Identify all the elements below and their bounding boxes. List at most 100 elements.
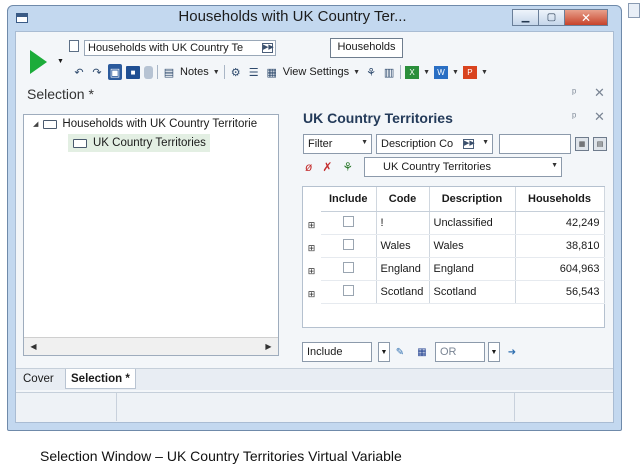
table-row[interactable]: Wales Wales 38,810 [321, 234, 605, 258]
toolbar-separator [157, 65, 158, 79]
view-icon[interactable]: ▦ [265, 64, 279, 80]
expand-row-icon[interactable]: ⊞ [307, 221, 316, 230]
selection-name-field[interactable]: Households with UK Country Te [84, 40, 276, 56]
include-checkbox[interactable] [342, 284, 354, 296]
apply-icon[interactable]: ✎ [393, 345, 407, 359]
include-checkbox[interactable] [342, 261, 354, 273]
status-divider [116, 393, 117, 421]
include-checkbox[interactable] [342, 215, 354, 227]
node-icon [73, 138, 87, 148]
variable-dropdown[interactable]: UK Country Territories ▼ [364, 157, 562, 177]
include-checkbox[interactable] [342, 238, 354, 250]
tree-child-node[interactable]: UK Country Territories [68, 134, 210, 152]
scroll-left-icon[interactable]: ◀ [25, 339, 42, 354]
chevron-down-icon[interactable]: ▼ [378, 342, 390, 362]
include-dropdown[interactable]: Include [302, 342, 372, 362]
column-header[interactable]: Include [321, 187, 377, 212]
code-cell: ! [376, 211, 430, 235]
word-dropdown-icon[interactable]: ▼ [452, 69, 459, 76]
tab-cover[interactable]: Cover [18, 369, 59, 389]
minimize-button[interactable]: ▁ [512, 9, 539, 26]
filter-label: Filter [308, 138, 333, 150]
table-row[interactable]: England England 604,963 [321, 257, 605, 281]
chevron-down-icon: ▼ [361, 139, 368, 146]
field-dropdown[interactable]: Description Co ▶▶ ▼ [376, 134, 493, 154]
database-icon[interactable] [144, 65, 153, 79]
close-button[interactable]: ✕ [564, 9, 608, 26]
operator-dropdown[interactable]: OR [435, 342, 485, 362]
expand-name-icon[interactable]: ▶▶ [262, 43, 274, 53]
expand-field-icon[interactable]: ▶▶ [463, 139, 475, 149]
code-cell: Scotland [376, 280, 430, 304]
settings-icon[interactable]: ⚙ [229, 64, 243, 80]
table-icon[interactable]: ▥ [382, 64, 396, 80]
powerpoint-icon[interactable]: P [462, 65, 477, 79]
scroll-right-icon[interactable]: ▶ [260, 339, 277, 354]
filter-search-input[interactable] [499, 134, 571, 154]
grid-view-icon[interactable]: ▦ [575, 137, 589, 151]
view-settings-dropdown-icon[interactable]: ▼ [353, 69, 360, 76]
undo-icon[interactable]: ↶ [72, 64, 86, 80]
clear-filter-icon[interactable]: ø [305, 160, 312, 174]
chevron-down-icon: ▼ [482, 139, 489, 146]
run-icon[interactable] [30, 50, 47, 74]
tree-root-node[interactable]: ◢ Households with UK Country Territorie [33, 118, 277, 130]
filter-dropdown[interactable]: Filter ▼ [303, 134, 372, 154]
tab-selection[interactable]: Selection * [65, 369, 136, 389]
hierarchy-icon[interactable]: ⚘ [342, 160, 353, 174]
tree-root-label: Households with UK Country Territorie [62, 118, 258, 130]
households-cell: 38,810 [515, 234, 605, 258]
tree-icon[interactable]: ⚘ [364, 64, 378, 80]
redo-icon[interactable]: ↷ [90, 64, 104, 80]
table-row[interactable]: ! Unclassified 42,249 [321, 211, 605, 235]
list-view-icon[interactable]: ▤ [593, 137, 607, 151]
status-divider [514, 393, 515, 421]
notes-button[interactable]: Notes [180, 66, 209, 78]
excel-icon[interactable]: X [405, 65, 420, 79]
powerpoint-dropdown-icon[interactable]: ▼ [481, 69, 488, 76]
expand-row-icon[interactable]: ⊞ [307, 267, 316, 276]
include-cell[interactable] [321, 234, 377, 258]
notes-icon[interactable]: ▤ [162, 64, 176, 80]
add-to-selection-icon[interactable]: ➜ [505, 345, 519, 359]
column-header[interactable]: Description [429, 187, 516, 212]
variable-tools: ø ✗ ⚘ [305, 160, 353, 174]
values-table: Include Code Description Households ! Un… [321, 187, 605, 304]
document-icon [628, 3, 640, 18]
notes-dropdown-icon[interactable]: ▼ [213, 69, 220, 76]
clear-selection-icon[interactable]: ✗ [322, 160, 332, 174]
save-icon[interactable]: ■ [126, 65, 140, 79]
word-icon[interactable]: W [434, 65, 449, 79]
grid-icon[interactable]: ▦ [415, 345, 429, 359]
include-cell[interactable] [321, 211, 377, 235]
variable-dropdown-value: UK Country Territories [383, 161, 491, 173]
view-settings-button[interactable]: View Settings [283, 66, 349, 78]
expand-row-icon[interactable]: ⊞ [307, 290, 316, 299]
households-cell: 56,543 [515, 280, 605, 304]
open-icon[interactable]: ▣ [108, 64, 122, 80]
chevron-down-icon[interactable]: ▼ [488, 342, 500, 362]
pin-icon[interactable]: ᵖ [572, 87, 576, 99]
fields-icon[interactable]: ☰ [247, 64, 261, 80]
selection-pane-heading: Selection * [27, 86, 94, 102]
toolbar-separator [223, 65, 225, 79]
pin-icon[interactable]: ᵖ [572, 111, 576, 123]
entity-field[interactable]: Households [330, 38, 403, 58]
table-row[interactable]: Scotland Scotland 56,543 [321, 280, 605, 304]
close-icon[interactable]: ✕ [594, 85, 605, 101]
collapse-icon[interactable]: ◢ [33, 120, 38, 128]
horizontal-scrollbar[interactable]: ◀ ▶ [24, 337, 278, 355]
column-header[interactable]: Code [376, 187, 430, 212]
column-header[interactable]: Households [515, 187, 605, 212]
expand-row-icon[interactable]: ⊞ [307, 244, 316, 253]
maximize-button[interactable]: ▢ [538, 9, 565, 26]
description-cell: Wales [429, 234, 516, 258]
main-toolbar: ↶ ↷ ▣ ■ ▤ Notes ▼ ⚙ ☰ ▦ View Settings ▼ … [72, 63, 488, 81]
include-cell[interactable] [321, 257, 377, 281]
close-icon[interactable]: ✕ [594, 109, 605, 125]
include-cell[interactable] [321, 280, 377, 304]
run-dropdown-icon[interactable]: ▼ [57, 58, 64, 65]
selection-doc-icon [69, 40, 79, 52]
excel-dropdown-icon[interactable]: ▼ [423, 69, 430, 76]
households-cell: 42,249 [515, 211, 605, 235]
